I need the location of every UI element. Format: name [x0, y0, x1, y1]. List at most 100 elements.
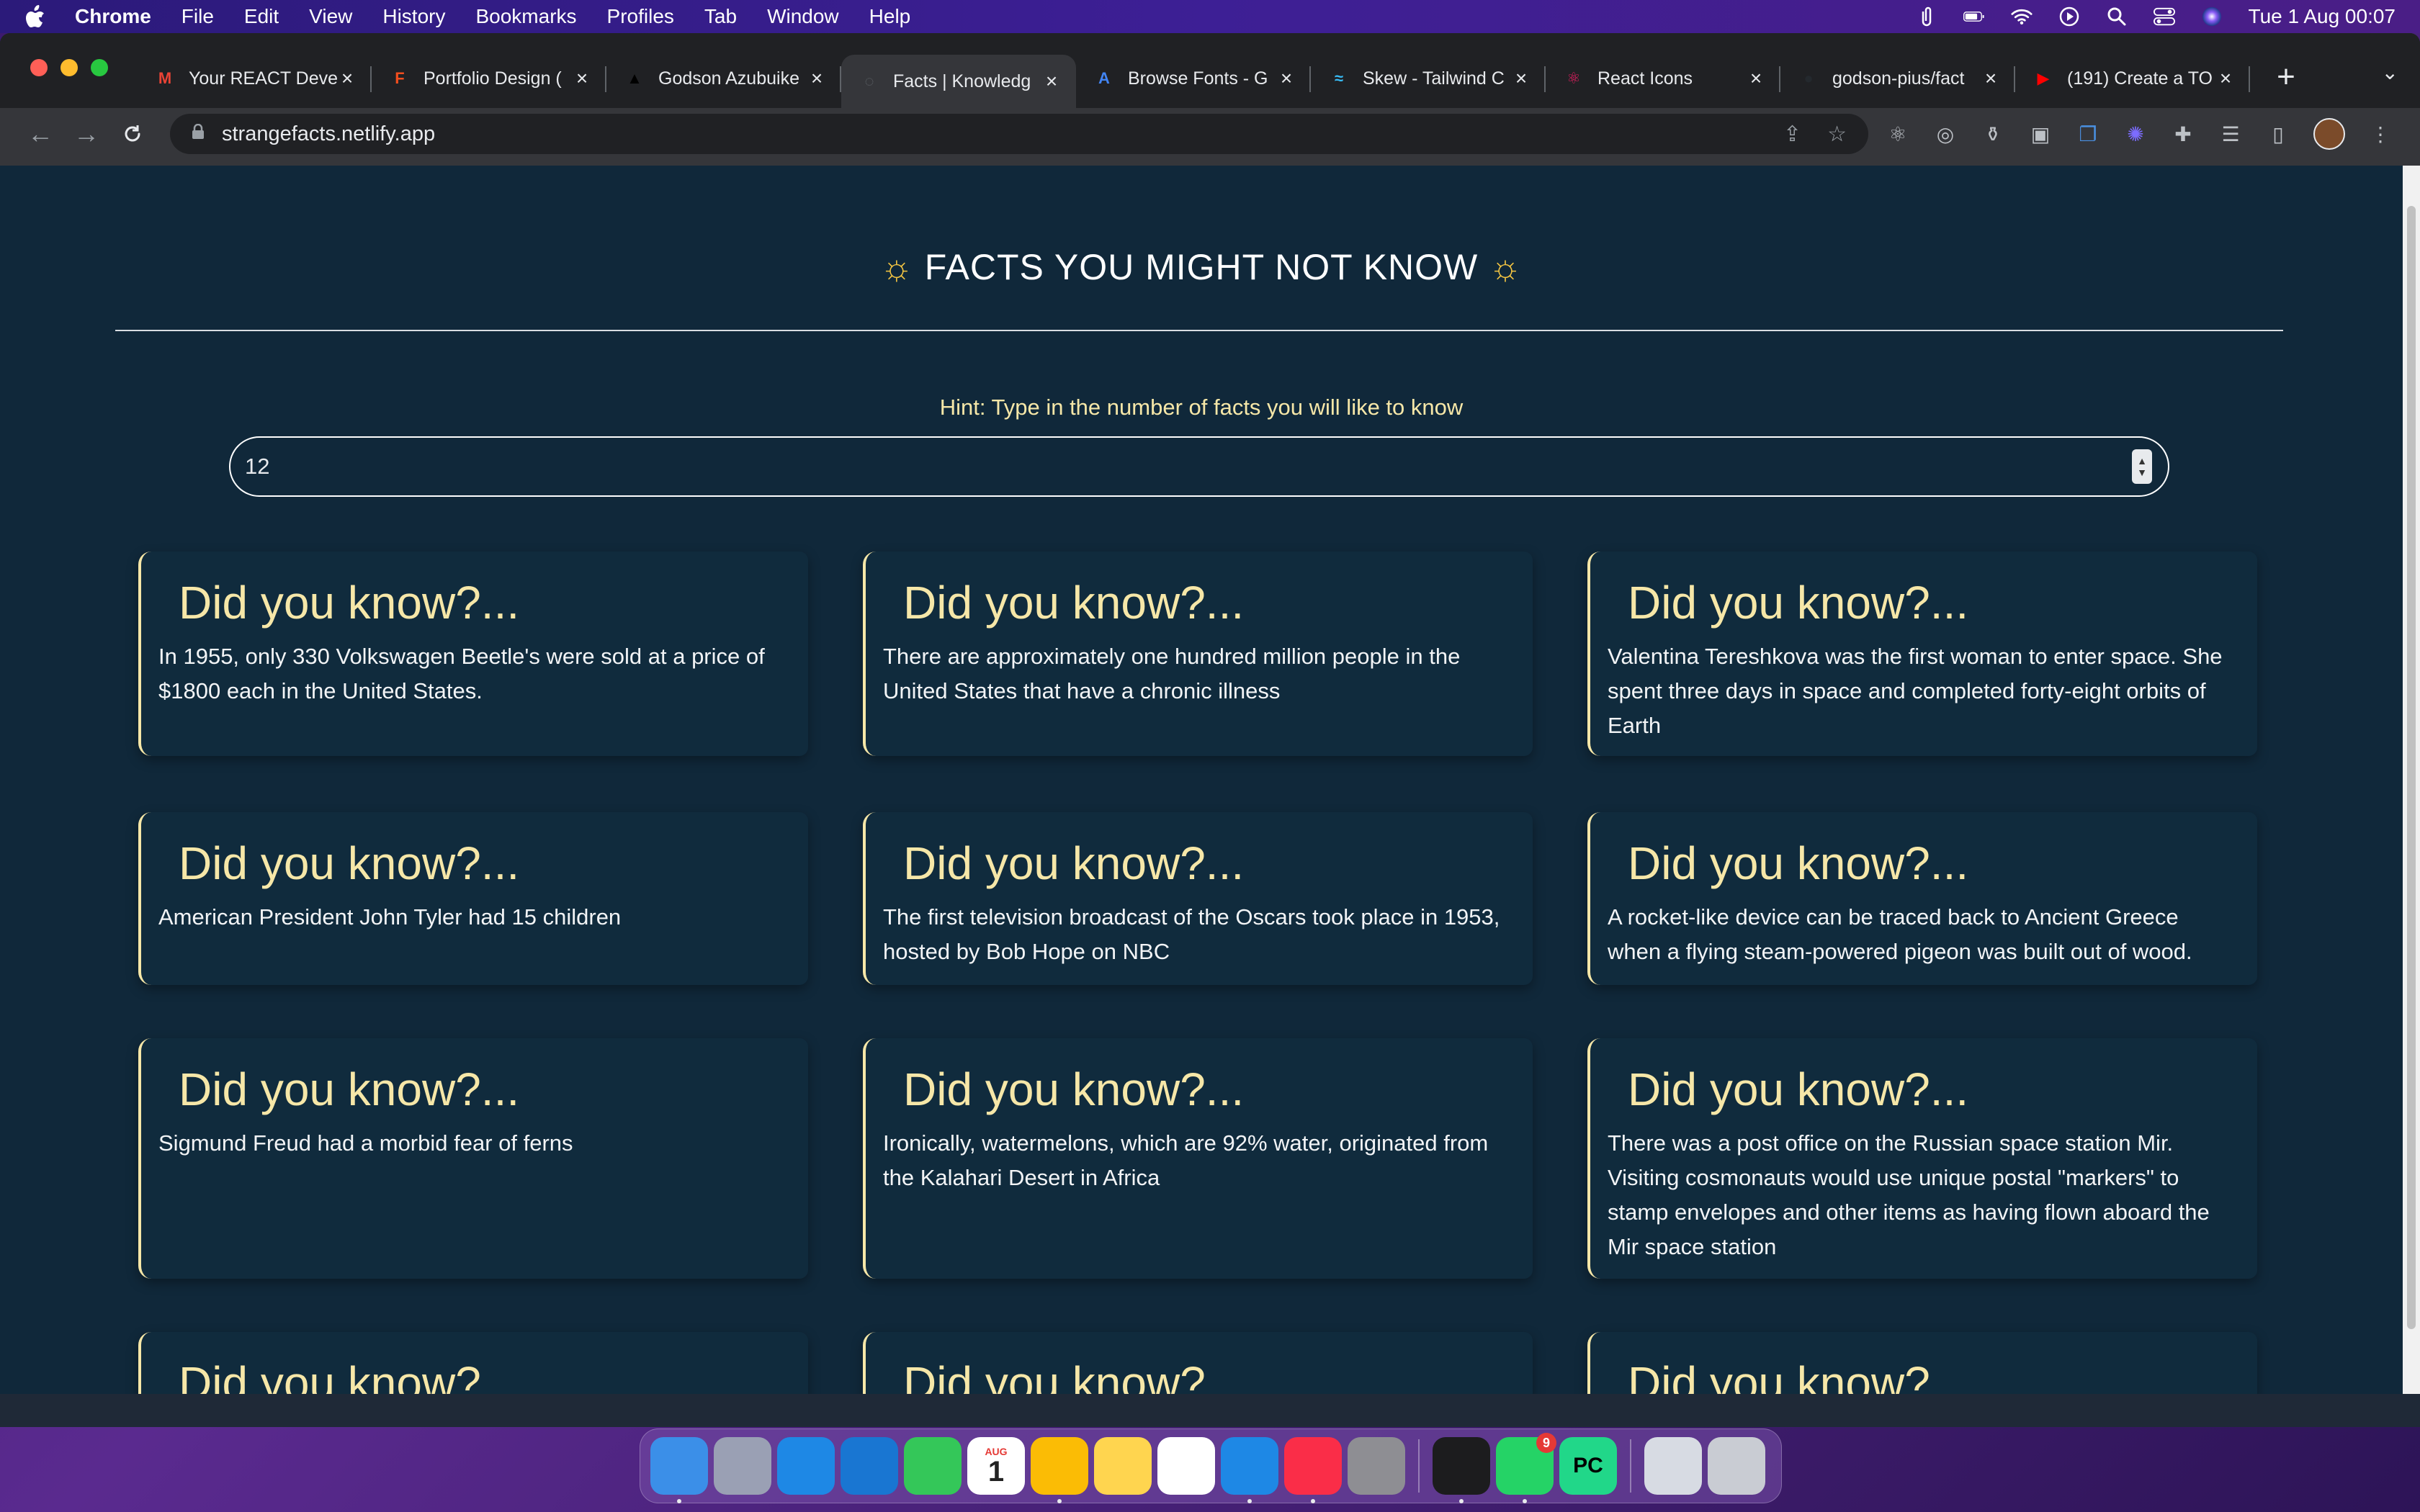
profile-card-extension-icon[interactable]: ▣ [2028, 122, 2053, 146]
stepper-up-icon[interactable]: ▲ [2137, 455, 2147, 467]
trash-icon[interactable] [1708, 1437, 1765, 1495]
clock-text[interactable]: Tue 1 Aug 00:07 [2249, 5, 2396, 28]
bottle-extension-icon[interactable]: ⚱ [1981, 122, 2005, 146]
fact-card: Did you know?... American President John … [138, 812, 808, 985]
tab-title: Facts | Knowledg [893, 71, 1031, 91]
browser-toolbar: ← → strangefacts.netlify.app ⇪ ☆ ⚛ ◎ ⚱ ▣… [0, 108, 2420, 160]
react-devtools-extension-icon[interactable]: ⚛ [1886, 122, 1910, 146]
close-tab-icon[interactable]: × [2215, 67, 2236, 90]
lock-icon[interactable] [192, 123, 205, 144]
new-tab-button[interactable]: + [2272, 59, 2300, 95]
launchpad-icon[interactable] [714, 1437, 771, 1495]
tab-1[interactable]: F Portfolio Design (× [372, 55, 606, 102]
whatsapp-icon[interactable]: 9 [1496, 1433, 1556, 1503]
number-stepper[interactable]: ▲ ▼ [2132, 449, 2152, 484]
spotlight-search-icon[interactable] [2106, 6, 2128, 27]
settings-gear-extension-icon[interactable]: ✺ [2123, 122, 2148, 146]
siri-icon[interactable] [2201, 6, 2223, 27]
scrollbar-thumb[interactable] [2407, 206, 2416, 1329]
close-tab-icon[interactable]: × [572, 67, 592, 90]
tab-search-chevron-icon[interactable]: ⌄ [2382, 60, 2398, 84]
safari-icon[interactable] [777, 1437, 835, 1495]
fact-card-text: Sigmund Freud had a morbid fear of ferns [158, 1130, 573, 1156]
menu-file[interactable]: File [182, 5, 214, 28]
reload-button[interactable] [112, 114, 153, 154]
terminal-icon[interactable] [1433, 1437, 1490, 1503]
menu-history[interactable]: History [382, 5, 445, 28]
running-indicator [1057, 1499, 1062, 1503]
menu-profiles[interactable]: Profiles [607, 5, 674, 28]
menu-window[interactable]: Window [767, 5, 839, 28]
close-tab-icon[interactable]: × [1981, 67, 2001, 90]
wifi-icon[interactable] [2010, 6, 2033, 27]
control-center-icon[interactable] [2153, 6, 2175, 27]
share-icon[interactable]: ⇪ [1783, 122, 1801, 147]
back-button[interactable]: ← [20, 114, 60, 154]
notes-icon[interactable] [1094, 1437, 1152, 1495]
sun-icon: ☼ [880, 247, 914, 287]
menu-help[interactable]: Help [869, 5, 911, 28]
close-tab-icon[interactable]: × [1746, 67, 1766, 90]
fact-count-input[interactable]: 12 ▲ ▼ [229, 436, 2169, 497]
chrome-icon[interactable] [1031, 1437, 1088, 1503]
tab-title: (191) Create a TO [2067, 68, 2213, 89]
bookmark-star-icon[interactable]: ☆ [1827, 122, 1847, 147]
page-scrollbar[interactable] [2403, 166, 2420, 1394]
vscode-icon[interactable] [1221, 1437, 1278, 1503]
menu-tab[interactable]: Tab [704, 5, 737, 28]
fact-count-value[interactable]: 12 [245, 454, 269, 480]
app-name-menu[interactable]: Chrome [75, 5, 151, 28]
calendar-icon[interactable]: AUG 1 [967, 1437, 1025, 1495]
stepper-down-icon[interactable]: ▼ [2137, 467, 2147, 478]
close-tab-icon[interactable]: × [337, 67, 357, 90]
close-tab-icon[interactable]: × [1276, 67, 1296, 90]
system-settings-icon[interactable] [1348, 1437, 1405, 1495]
side-panel-icon[interactable]: ▯ [2266, 122, 2290, 146]
minimize-window-button[interactable] [60, 59, 78, 76]
menu-edit[interactable]: Edit [244, 5, 279, 28]
close-tab-icon[interactable]: × [1511, 67, 1531, 90]
reading-list-icon[interactable]: ☰ [2218, 122, 2243, 146]
tab-2[interactable]: ▲ Godson Azubuike × [606, 55, 841, 102]
pycharm-icon[interactable]: PC [1559, 1437, 1617, 1495]
web-page: ☼ FACTS YOU MIGHT NOT KNOW ☼ Hint: Type … [0, 166, 2403, 1394]
paperclip-icon[interactable] [1916, 6, 1937, 27]
freeform-icon[interactable] [1157, 1437, 1215, 1495]
tab-0[interactable]: M Your REACT Deve × [137, 55, 372, 102]
address-bar[interactable]: strangefacts.netlify.app ⇪ ☆ [170, 114, 1868, 154]
fact-card-heading: Did you know?... [1628, 1357, 1969, 1394]
target-extension-icon[interactable]: ◎ [1933, 122, 1958, 146]
forward-button[interactable]: → [66, 114, 107, 154]
copy-extension-icon[interactable]: ❐ [2076, 122, 2100, 146]
close-tab-icon[interactable]: × [1041, 70, 1062, 93]
url-text[interactable]: strangefacts.netlify.app [222, 122, 435, 146]
chrome-menu-icon[interactable]: ⋮ [2368, 122, 2393, 146]
tab-3[interactable]: ◌ Facts | Knowledg × [841, 55, 1076, 108]
close-tab-icon[interactable]: × [807, 67, 827, 90]
messages-icon[interactable] [904, 1437, 962, 1495]
menu-view[interactable]: View [309, 5, 352, 28]
battery-icon[interactable] [1963, 6, 1985, 27]
apple-menu-icon[interactable] [24, 4, 46, 29]
figma-icon: F [395, 69, 405, 87]
fact-card-text: Valentina Tereshkova was the first woman… [1608, 644, 2223, 738]
fact-card: Did you know?... A rocket-like device can… [1587, 812, 2257, 985]
music-icon[interactable] [1284, 1437, 1342, 1503]
menu-bookmarks[interactable]: Bookmarks [475, 5, 576, 28]
profile-avatar[interactable] [2313, 118, 2345, 150]
finder-icon[interactable] [650, 1437, 708, 1503]
puzzle-extensions-icon[interactable]: ✚ [2171, 122, 2195, 146]
tab-6[interactable]: ⚛ React Icons × [1546, 55, 1780, 102]
tab-5[interactable]: ≈ Skew - Tailwind C × [1311, 55, 1546, 102]
tab-4[interactable]: A Browse Fonts - G × [1076, 55, 1311, 102]
play-circle-icon[interactable] [2058, 6, 2080, 27]
github-icon: ● [1803, 69, 1814, 87]
downloads-folder-icon[interactable] [1644, 1437, 1702, 1495]
tab-7[interactable]: ● godson-pius/fact × [1780, 55, 2015, 102]
fact-card-heading: Did you know?... [179, 577, 520, 629]
close-window-button[interactable] [30, 59, 48, 76]
page-title-text: FACTS YOU MIGHT NOT KNOW [924, 247, 1479, 287]
app-store-icon[interactable] [841, 1437, 898, 1495]
zoom-window-button[interactable] [91, 59, 108, 76]
tab-8[interactable]: ▶ (191) Create a TO × [2015, 55, 2250, 102]
